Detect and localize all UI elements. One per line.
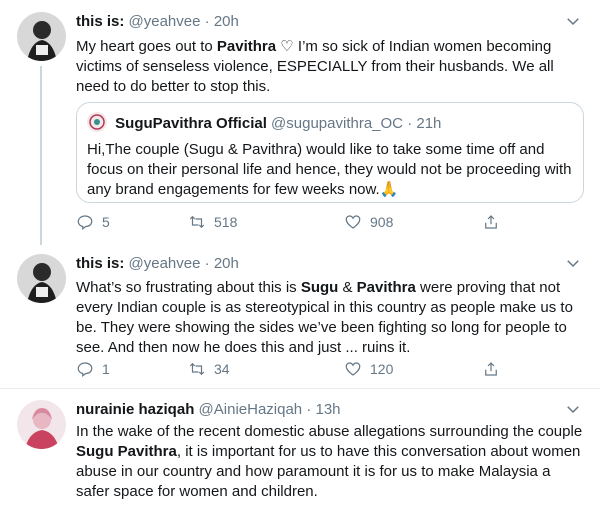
retweet-button[interactable]: 518 xyxy=(188,213,237,231)
timestamp[interactable]: 20h xyxy=(214,255,239,272)
tweet-text: In the wake of the recent domestic abuse… xyxy=(76,423,587,500)
heart-icon xyxy=(345,362,361,376)
display-name[interactable]: this is: xyxy=(76,13,124,30)
quoted-tweet-text: Hi,The couple (Sugu & Pavithra) would li… xyxy=(87,141,572,198)
quoted-timestamp: 21h xyxy=(416,115,442,132)
reply-count: 5 xyxy=(102,214,110,230)
heart-icon xyxy=(345,215,361,229)
mention-sugu[interactable]: Sugu xyxy=(301,279,339,296)
handle[interactable]: @yeahvee xyxy=(129,255,201,272)
quoted-tweet[interactable]: SuguPavithra Official @sugupavithra_OC ·… xyxy=(76,102,584,203)
mention-pavithra[interactable]: Pavithra xyxy=(217,38,276,55)
thread-line xyxy=(40,66,42,245)
chevron-down-icon[interactable] xyxy=(564,400,582,418)
tweet-header: this is: @yeahvee · 20h xyxy=(76,12,239,32)
like-button[interactable]: 908 xyxy=(344,213,393,231)
quoted-avatar xyxy=(87,112,107,132)
handle[interactable]: @AinieHaziqah xyxy=(199,401,303,418)
quoted-tweet-header: SuguPavithra Official @sugupavithra_OC ·… xyxy=(87,112,441,134)
retweet-button[interactable]: 34 xyxy=(188,360,230,378)
timestamp[interactable]: 13h xyxy=(316,401,341,418)
like-count: 908 xyxy=(370,214,394,230)
avatar[interactable] xyxy=(17,254,66,303)
display-name[interactable]: this is: xyxy=(76,255,124,272)
reply-icon xyxy=(77,215,93,230)
share-icon xyxy=(485,215,497,229)
share-icon xyxy=(485,362,497,376)
separator: · xyxy=(306,401,312,418)
reply-icon xyxy=(77,362,93,377)
timestamp[interactable]: 20h xyxy=(214,13,239,30)
retweet-count: 518 xyxy=(214,214,238,230)
reply-count: 1 xyxy=(102,361,110,377)
reply-button[interactable]: 1 xyxy=(76,360,110,378)
reply-button[interactable]: 5 xyxy=(76,213,110,231)
share-button[interactable] xyxy=(482,213,500,231)
tweet-text: What’s so frustrating about this is Sugu… xyxy=(76,279,578,356)
tweet-header: this is: @yeahvee · 20h xyxy=(76,254,239,274)
display-name[interactable]: nurainie haziqah xyxy=(76,401,194,418)
like-count: 120 xyxy=(370,361,394,377)
tweet-text: My heart goes out to Pavithra ♡ I’m so s… xyxy=(76,38,558,95)
tweet-2[interactable]: this is: @yeahvee · 20h What’s so frustr… xyxy=(0,245,600,385)
avatar[interactable] xyxy=(17,400,66,449)
avatar[interactable] xyxy=(17,12,66,61)
mention-pavithra[interactable]: Pavithra xyxy=(357,279,416,296)
mention-sugu-pavithra[interactable]: Sugu Pavithra xyxy=(76,443,177,460)
like-button[interactable]: 120 xyxy=(344,360,393,378)
tweet-header: nurainie haziqah @AinieHaziqah · 13h xyxy=(76,400,341,420)
quoted-display-name: SuguPavithra Official xyxy=(115,115,267,132)
handle[interactable]: @yeahvee xyxy=(129,13,201,30)
quoted-handle: @sugupavithra_OC xyxy=(271,115,404,132)
retweet-icon xyxy=(189,362,205,376)
chevron-down-icon[interactable] xyxy=(564,12,582,30)
tweet-1[interactable]: this is: @yeahvee · 20h My heart goes ou… xyxy=(0,0,600,245)
separator: · xyxy=(204,255,210,272)
separator: · xyxy=(204,13,210,30)
chevron-down-icon[interactable] xyxy=(564,254,582,272)
retweet-count: 34 xyxy=(214,361,230,377)
retweet-icon xyxy=(189,215,205,229)
tweet-3[interactable]: nurainie haziqah @AinieHaziqah · 13h In … xyxy=(0,389,600,505)
share-button[interactable] xyxy=(482,360,500,378)
